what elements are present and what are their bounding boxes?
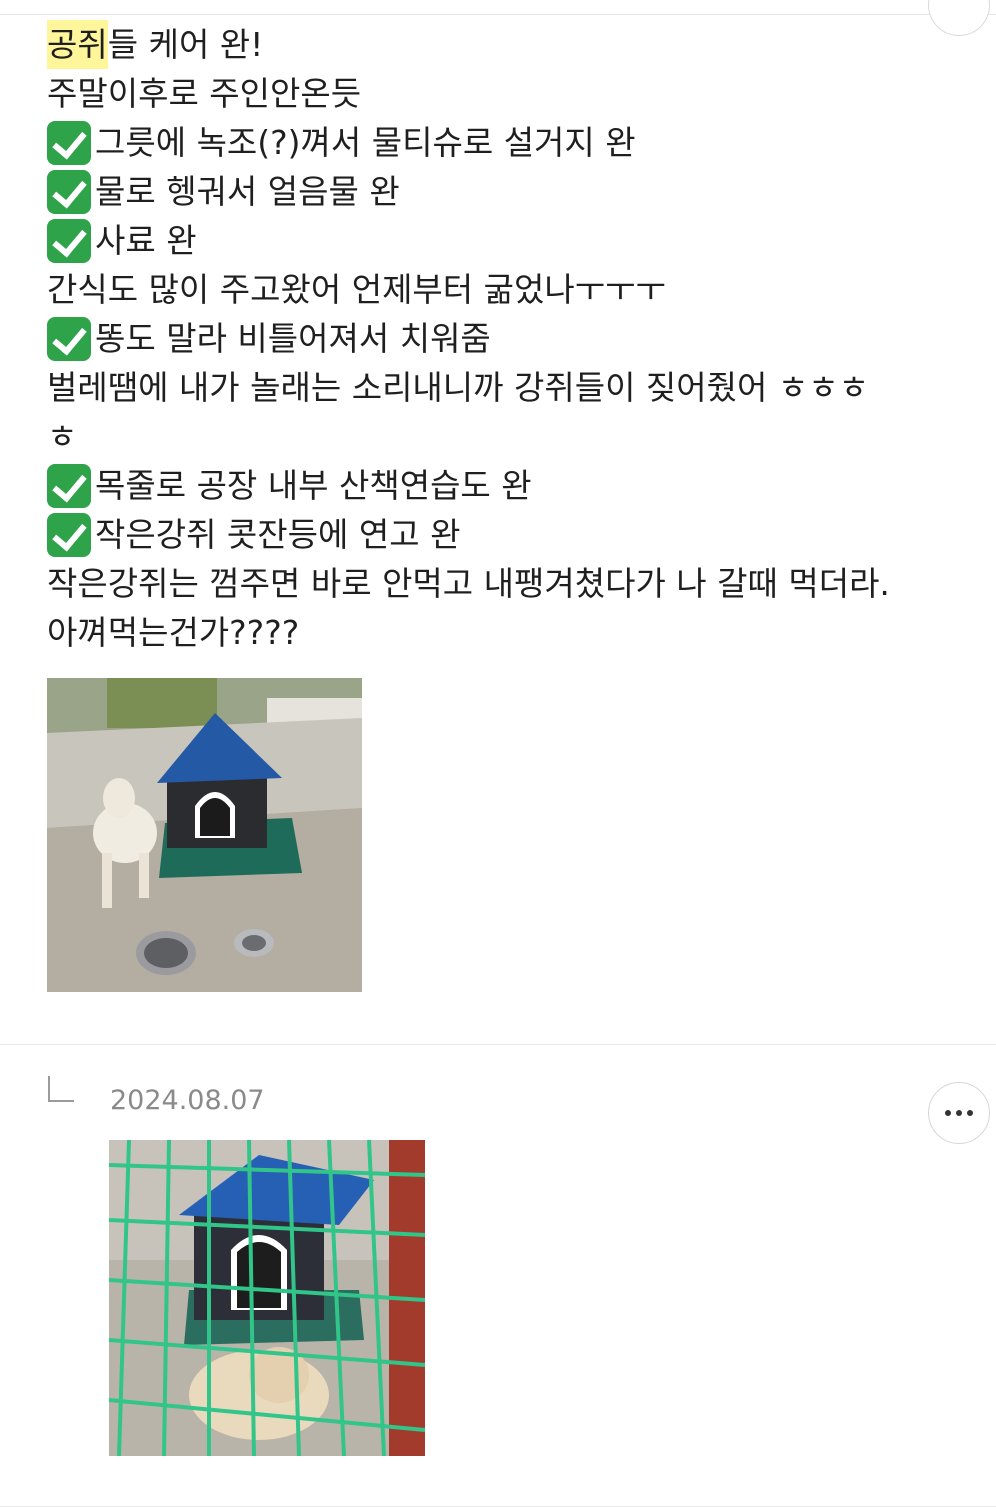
post-line-text: 벌레땜에 내가 놀래는 소리내니까 강쥐들이 짖어줬어 ㅎㅎㅎ	[47, 368, 869, 407]
post-line-text: 아껴먹는건가????	[47, 613, 300, 652]
check-mark-button-icon	[47, 463, 91, 508]
post-line-12: 아껴먹는건가????	[47, 608, 947, 657]
post-line-9: 목줄로 공장 내부 산책연습도 완	[47, 461, 947, 510]
post-line-7: 벌레땜에 내가 놀래는 소리내니까 강쥐들이 짖어줬어 ㅎㅎㅎ	[47, 363, 947, 412]
post-line-text: 그릇에 녹조(?)껴서 물티슈로 설거지 완	[95, 123, 636, 162]
post-line-text: 사료 완	[95, 221, 197, 260]
comment-date: 2024.08.07	[110, 1085, 265, 1116]
post-line-8: ㅎ	[47, 412, 947, 461]
post-line-text: 들 케어 완!	[107, 25, 264, 64]
check-mark-button-icon	[47, 169, 91, 214]
more-dots-icon	[956, 1110, 962, 1116]
post-line-text: 작은강쥐는 껌주면 바로 안먹고 내팽겨쳤다가 나 갈때 먹더라.	[47, 564, 890, 603]
more-dots-icon	[945, 1110, 951, 1116]
bottom-divider	[0, 1506, 996, 1507]
check-mark-button-icon	[47, 316, 91, 361]
post-line-1: 주말이후로 주인안온듯	[47, 69, 947, 118]
post-photo-dog-with-doghouse[interactable]	[47, 678, 362, 992]
more-dots-icon	[967, 1110, 973, 1116]
comment-photo-dog-in-cage[interactable]	[109, 1140, 425, 1456]
check-mark-button-icon	[47, 512, 91, 557]
post-line-text: 물로 헹궈서 얼음물 완	[95, 172, 400, 211]
check-mark-button-icon	[47, 218, 91, 263]
post-line-text: 주말이후로 주인안온듯	[47, 74, 362, 113]
post-line-5: 간식도 많이 주고왔어 언제부터 굶었나ㅜㅜㅜ	[47, 265, 947, 314]
check-mark-button-icon	[47, 120, 91, 165]
post-line-0: 공쥐 들 케어 완!	[47, 20, 947, 69]
photo-dog-cage-image	[109, 1140, 425, 1456]
post-body: 공쥐 들 케어 완! 주말이후로 주인안온듯 그릇에 녹조(?)껴서 물티슈로 설…	[47, 20, 947, 657]
comment-divider	[0, 1044, 996, 1045]
reply-arrow-icon	[48, 1076, 74, 1102]
highlighted-word: 공쥐	[47, 20, 108, 69]
post-line-text: 똥도 말라 비틀어져서 치워줌	[95, 319, 491, 358]
post-line-6: 똥도 말라 비틀어져서 치워줌	[47, 314, 947, 363]
post-line-text: 목줄로 공장 내부 산책연습도 완	[95, 466, 532, 505]
post-line-2: 그릇에 녹조(?)껴서 물티슈로 설거지 완	[47, 118, 947, 167]
photo-dog-doghouse-image	[47, 678, 362, 992]
top-divider	[0, 14, 996, 15]
post-line-3: 물로 헹궈서 얼음물 완	[47, 167, 947, 216]
post-line-4: 사료 완	[47, 216, 947, 265]
post-line-10: 작은강쥐 콧잔등에 연고 완	[47, 510, 947, 559]
post-line-text: 간식도 많이 주고왔어 언제부터 굶었나ㅜㅜㅜ	[47, 270, 666, 309]
post-line-text: 작은강쥐 콧잔등에 연고 완	[95, 515, 461, 554]
post-line-11: 작은강쥐는 껌주면 바로 안먹고 내팽겨쳤다가 나 갈때 먹더라.	[47, 559, 947, 608]
post-line-text: ㅎ	[47, 417, 78, 456]
more-options-button[interactable]	[928, 1082, 990, 1144]
